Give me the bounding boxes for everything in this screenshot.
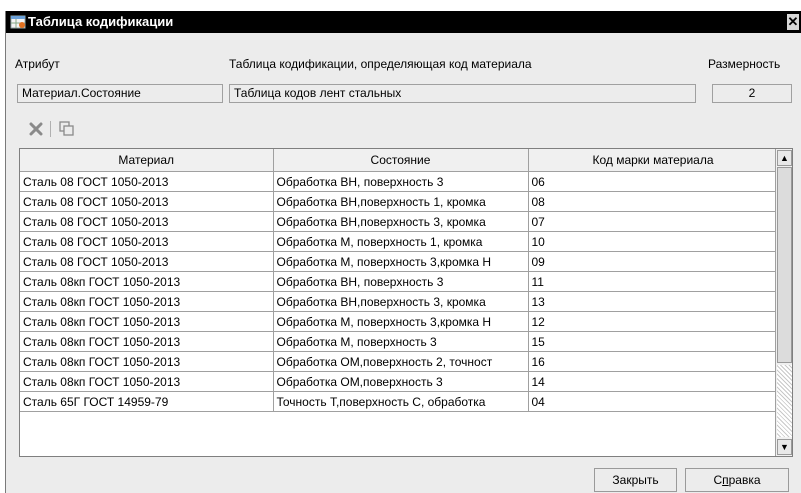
cell-state[interactable]: Обработка М, поверхность 3,кромка Н bbox=[273, 251, 529, 272]
cell-code[interactable]: 16 bbox=[528, 351, 779, 372]
dimension-field[interactable]: 2 bbox=[712, 84, 792, 103]
table-row[interactable]: Сталь 08 ГОСТ 1050-2013 Обработка М, пове… bbox=[20, 231, 779, 252]
cell-material[interactable]: Сталь 08 ГОСТ 1050-2013 bbox=[20, 191, 274, 212]
cell-state[interactable]: Обработка М, поверхность 3,кромка Н bbox=[273, 311, 529, 332]
cell-material[interactable]: Сталь 08 ГОСТ 1050-2013 bbox=[20, 211, 274, 232]
cell-code[interactable]: 12 bbox=[528, 311, 779, 332]
table-row[interactable]: Сталь 08 ГОСТ 1050-2013 Обработка ВН, пов… bbox=[20, 171, 779, 192]
attribute-field[interactable]: Материал.Состояние bbox=[17, 84, 223, 103]
table-row[interactable]: Сталь 08 ГОСТ 1050-2013 Обработка М, пове… bbox=[20, 251, 779, 272]
cell-state[interactable]: Обработка ОМ,поверхность 2, точност bbox=[273, 351, 529, 372]
scrollbar-thumb[interactable] bbox=[777, 167, 792, 363]
scrollbar-track[interactable] bbox=[777, 365, 792, 437]
cell-state[interactable]: Обработка ОМ,поверхность 3 bbox=[273, 371, 529, 392]
copy-icon[interactable] bbox=[56, 119, 76, 139]
window-title: Таблица кодификации bbox=[28, 14, 174, 29]
table-app-icon bbox=[10, 15, 26, 29]
cell-state[interactable]: Обработка ВН,поверхность 3, кромка bbox=[273, 291, 529, 312]
vertical-scrollbar[interactable]: ▲ ▼ bbox=[775, 149, 792, 456]
cell-material[interactable]: Сталь 08 ГОСТ 1050-2013 bbox=[20, 171, 274, 192]
scroll-up-icon[interactable]: ▲ bbox=[777, 150, 792, 166]
cell-state[interactable]: Обработка М, поверхность 3 bbox=[273, 331, 529, 352]
table-header-row: Материал Состояние Код марки материала bbox=[20, 149, 779, 172]
cell-material[interactable]: Сталь 08кп ГОСТ 1050-2013 bbox=[20, 351, 274, 372]
attribute-label: Атрибут bbox=[15, 57, 60, 71]
column-header-state[interactable]: Состояние bbox=[273, 149, 529, 172]
cell-code[interactable]: 10 bbox=[528, 231, 779, 252]
table-row[interactable]: Сталь 08 ГОСТ 1050-2013 Обработка ВН,пове… bbox=[20, 211, 779, 232]
cell-material[interactable]: Сталь 65Г ГОСТ 14959-79 bbox=[20, 391, 274, 412]
column-header-material[interactable]: Материал bbox=[20, 149, 274, 172]
codification-table: Материал Состояние Код марки материала С… bbox=[20, 149, 779, 412]
dimension-label: Размерность bbox=[708, 57, 781, 71]
cell-material[interactable]: Сталь 08кп ГОСТ 1050-2013 bbox=[20, 371, 274, 392]
cell-material[interactable]: Сталь 08 ГОСТ 1050-2013 bbox=[20, 231, 274, 252]
delete-x-icon[interactable] bbox=[26, 119, 46, 139]
cell-code[interactable]: 04 bbox=[528, 391, 779, 412]
cell-state[interactable]: Обработка ВН, поверхность 3 bbox=[273, 171, 529, 192]
table-row[interactable]: Сталь 08кп ГОСТ 1050-2013 Обработка ОМ,по… bbox=[20, 371, 779, 392]
cell-material[interactable]: Сталь 08кп ГОСТ 1050-2013 bbox=[20, 291, 274, 312]
cell-code[interactable]: 11 bbox=[528, 271, 779, 292]
cell-state[interactable]: Обработка ВН,поверхность 1, кромка bbox=[273, 191, 529, 212]
cell-state[interactable]: Обработка ВН,поверхность 3, кромка bbox=[273, 211, 529, 232]
cell-code[interactable]: 13 bbox=[528, 291, 779, 312]
table-row[interactable]: Сталь 65Г ГОСТ 14959-79 Точность Т,поверх… bbox=[20, 391, 779, 412]
cell-code[interactable]: 06 bbox=[528, 171, 779, 192]
table-row[interactable]: Сталь 08кп ГОСТ 1050-2013 Обработка М, по… bbox=[20, 311, 779, 332]
cell-material[interactable]: Сталь 08 ГОСТ 1050-2013 bbox=[20, 251, 274, 272]
help-button[interactable]: Справка bbox=[685, 468, 789, 492]
cell-code[interactable]: 14 bbox=[528, 371, 779, 392]
close-button[interactable]: Закрыть bbox=[594, 468, 677, 492]
scroll-down-icon[interactable]: ▼ bbox=[777, 439, 792, 455]
close-icon[interactable]: ✕ bbox=[787, 14, 799, 30]
codification-table-field[interactable]: Таблица кодов лент стальных bbox=[229, 84, 696, 103]
cell-code[interactable]: 07 bbox=[528, 211, 779, 232]
cell-material[interactable]: Сталь 08кп ГОСТ 1050-2013 bbox=[20, 311, 274, 332]
table-row[interactable]: Сталь 08кп ГОСТ 1050-2013 Обработка ВН,по… bbox=[20, 291, 779, 312]
table-row[interactable]: Сталь 08 ГОСТ 1050-2013 Обработка ВН,пове… bbox=[20, 191, 779, 212]
cell-code[interactable]: 08 bbox=[528, 191, 779, 212]
help-label-pre: С bbox=[713, 473, 723, 487]
table-row[interactable]: Сталь 08кп ГОСТ 1050-2013 Обработка ВН, п… bbox=[20, 271, 779, 292]
cell-state[interactable]: Точность Т,поверхность С, обработка bbox=[273, 391, 529, 412]
cell-code[interactable]: 15 bbox=[528, 331, 779, 352]
codification-table-dialog: Таблица кодификации ✕ Атрибут Таблица ко… bbox=[5, 11, 801, 493]
table-row[interactable]: Сталь 08кп ГОСТ 1050-2013 Обработка ОМ,по… bbox=[20, 351, 779, 372]
title-bar[interactable]: Таблица кодификации ✕ bbox=[6, 11, 801, 33]
codification-grid: Материал Состояние Код марки материала С… bbox=[19, 148, 793, 457]
cell-material[interactable]: Сталь 08кп ГОСТ 1050-2013 bbox=[20, 271, 274, 292]
help-label-post: равка bbox=[728, 473, 761, 487]
codification-table-label: Таблица кодификации, определяющая код ма… bbox=[229, 57, 532, 71]
cell-material[interactable]: Сталь 08кп ГОСТ 1050-2013 bbox=[20, 331, 274, 352]
toolbar-separator bbox=[50, 121, 51, 137]
column-header-code[interactable]: Код марки материала bbox=[528, 149, 779, 172]
cell-code[interactable]: 09 bbox=[528, 251, 779, 272]
table-row[interactable]: Сталь 08кп ГОСТ 1050-2013 Обработка М, по… bbox=[20, 331, 779, 352]
cell-state[interactable]: Обработка ВН, поверхность 3 bbox=[273, 271, 529, 292]
cell-state[interactable]: Обработка М, поверхность 1, кромка bbox=[273, 231, 529, 252]
